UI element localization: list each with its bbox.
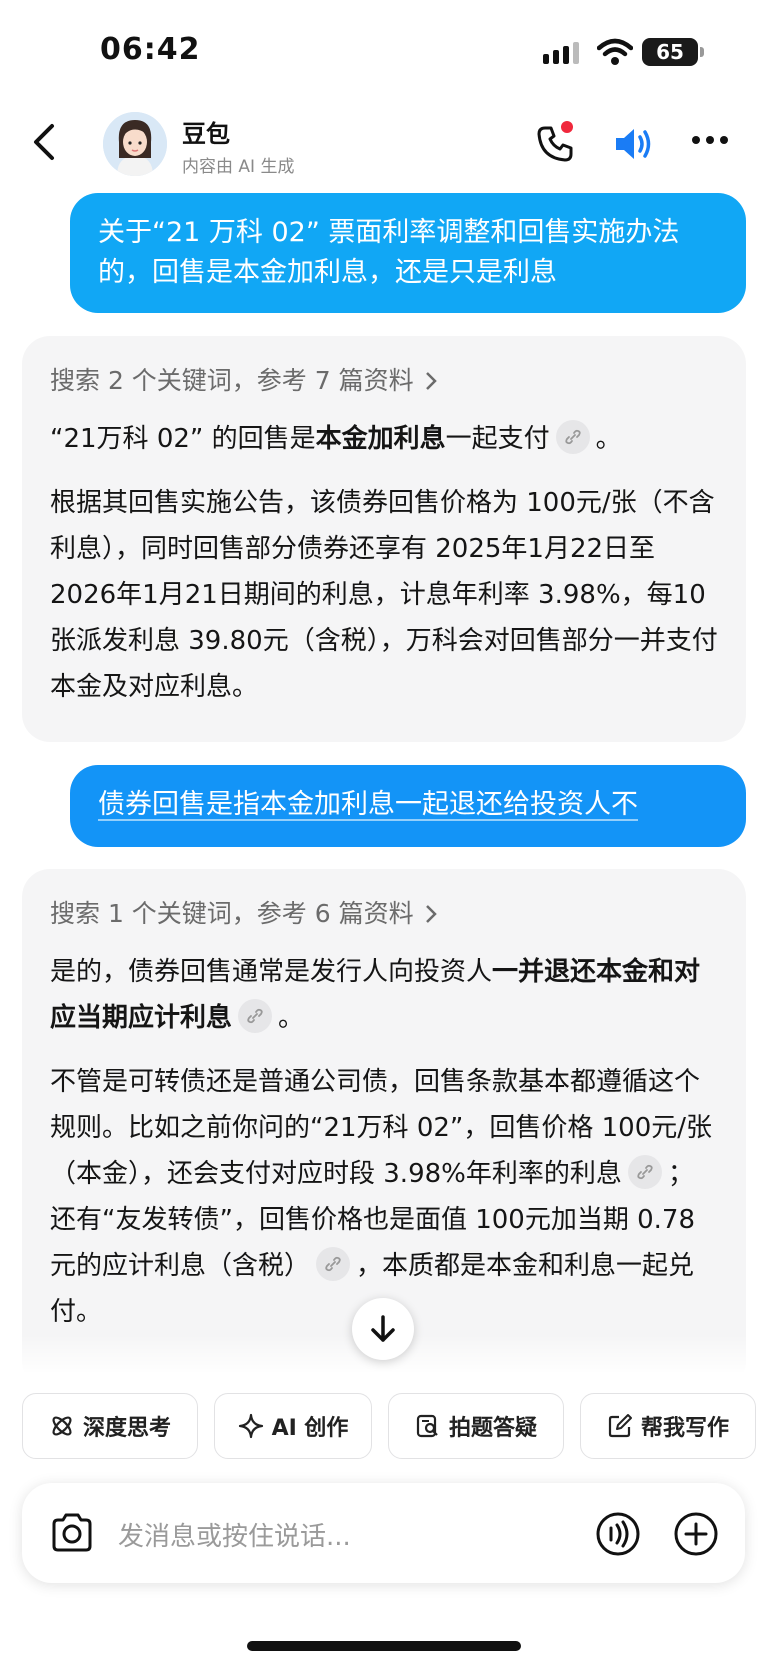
user-message-text: 关于“21 万科 02” 票面利率调整和回售实施办法的，回售是本金加利息，还是只… bbox=[98, 217, 680, 288]
add-plus-icon[interactable] bbox=[673, 1511, 719, 1557]
answer-text: 是的，债券回售通常是发行人向投资人 bbox=[50, 957, 493, 987]
speaker-icon[interactable] bbox=[612, 124, 656, 164]
answer-text: 一起支付 bbox=[445, 424, 550, 454]
help-write-button[interactable]: 帮我写作 bbox=[580, 1393, 756, 1459]
chip-label: 拍题答疑 bbox=[448, 1416, 537, 1441]
edit-icon bbox=[608, 1414, 632, 1438]
search-summary: 搜索 2 个关键词，参考 7 篇资料 bbox=[50, 366, 414, 395]
deep-think-button[interactable]: 深度思考 bbox=[22, 1393, 198, 1459]
battery-tip bbox=[700, 47, 704, 57]
scan-question-icon bbox=[416, 1414, 438, 1438]
chip-label: 深度思考 bbox=[82, 1416, 171, 1441]
answer-text: 不管是可转债还是普通公司债，回售条款基本都遵循这个规则。比如之前你问的“21万科… bbox=[50, 1067, 713, 1189]
reference-link-icon[interactable] bbox=[555, 419, 590, 454]
answer-paragraph: 根据其回售实施公告，该债券回售价格为 100元/张（不含利息），同时回售部分债券… bbox=[50, 488, 718, 702]
assistant-message-card: 搜索 2 个关键词，参考 7 篇资料 “21万科 02” 的回售是本金加利息一起… bbox=[22, 336, 746, 742]
ai-create-button[interactable]: AI 创作 bbox=[214, 1393, 372, 1459]
back-arrow-icon[interactable] bbox=[30, 120, 60, 164]
chat-header: 豆包 内容由 AI 生成 bbox=[0, 100, 768, 195]
chevron-right-icon bbox=[425, 905, 437, 923]
answer-text: “21万科 02” 的回售是 bbox=[50, 424, 316, 454]
more-options-icon[interactable] bbox=[690, 134, 730, 146]
reference-link-icon[interactable] bbox=[627, 1154, 662, 1189]
sparkle-icon bbox=[238, 1413, 263, 1439]
answer-paragraph: 是的，债券回售通常是发行人向投资人一并退还本金和对应当期应计利息。 bbox=[50, 949, 718, 1041]
user-message-bubble[interactable]: 关于“21 万科 02” 票面利率调整和回售实施办法的，回售是本金加利息，还是只… bbox=[70, 193, 746, 313]
chip-label: 帮我写作 bbox=[640, 1416, 729, 1441]
search-sources-link[interactable]: 搜索 2 个关键词，参考 7 篇资料 bbox=[50, 358, 718, 404]
chevron-right-icon bbox=[425, 372, 437, 390]
message-input[interactable]: 发消息或按住说话... bbox=[118, 1516, 351, 1553]
reference-link-icon[interactable] bbox=[238, 998, 273, 1033]
search-summary: 搜索 1 个关键词，参考 6 篇资料 bbox=[50, 899, 414, 928]
reference-link-icon[interactable] bbox=[316, 1246, 351, 1281]
ai-generated-note: 内容由 AI 生成 bbox=[182, 157, 295, 177]
photo-question-button[interactable]: 拍题答疑 bbox=[388, 1393, 564, 1459]
answer-text: 。 bbox=[595, 424, 622, 454]
status-time: 06:42 bbox=[100, 32, 201, 67]
chip-label: AI 创作 bbox=[271, 1416, 349, 1441]
answer-bold-text: 本金加利息 bbox=[315, 424, 446, 454]
arrow-down-icon bbox=[371, 1315, 395, 1342]
bot-avatar[interactable] bbox=[103, 112, 167, 176]
voice-wave-icon[interactable] bbox=[595, 1511, 641, 1557]
call-notification-dot bbox=[561, 121, 573, 133]
scroll-to-bottom-button[interactable] bbox=[352, 1298, 414, 1360]
atom-icon bbox=[52, 1416, 72, 1436]
answer-paragraph: 不管是可转债还是普通公司债，回售条款基本都遵循这个规则。比如之前你问的“21万科… bbox=[50, 1059, 718, 1335]
user-message-bubble[interactable]: 债券回售是指本金加利息一起退还给投资人不 bbox=[70, 765, 746, 847]
camera-icon[interactable] bbox=[50, 1512, 94, 1554]
answer-text: 。 bbox=[278, 1003, 305, 1033]
wifi-icon bbox=[597, 38, 633, 65]
cellular-signal-icon bbox=[543, 42, 579, 64]
message-input-bar: 发消息或按住说话... bbox=[22, 1483, 745, 1583]
battery-indicator: 65 bbox=[642, 38, 698, 66]
bot-name: 豆包 bbox=[182, 120, 230, 148]
search-sources-link[interactable]: 搜索 1 个关键词，参考 6 篇资料 bbox=[50, 891, 718, 937]
user-message-text: 债券回售是指本金加利息一起退还给投资人不 bbox=[98, 789, 638, 820]
status-bar: 06:42 65 bbox=[0, 0, 768, 100]
home-indicator bbox=[247, 1641, 521, 1651]
answer-paragraph: “21万科 02” 的回售是本金加利息一起支付 。 bbox=[50, 416, 718, 462]
